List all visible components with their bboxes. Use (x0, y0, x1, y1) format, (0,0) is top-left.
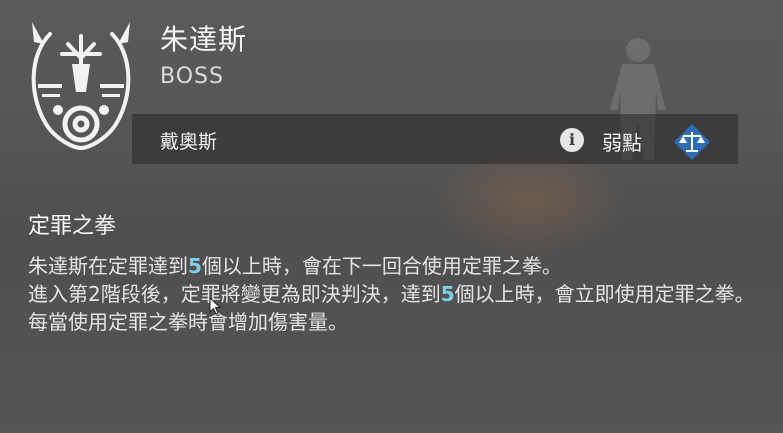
skill-title: 定罪之拳 (28, 214, 117, 239)
description-text: 個以上時，會立即使用定罪之拳。 (454, 282, 755, 306)
highlight-number: 5 (440, 282, 455, 306)
boss-emblem-icon (31, 22, 131, 151)
highlight-number: 5 (188, 254, 202, 278)
skill-description: 朱達斯在定罪達到5個以上時，會在下一回合使用定罪之拳。 進入第2階段後，定罪將變… (28, 252, 768, 336)
info-bar (132, 114, 738, 164)
description-text: 朱達斯在定罪達到 (28, 254, 188, 278)
boss-rank: BOSS (160, 64, 224, 89)
mouse-cursor-icon (209, 297, 221, 315)
description-line: 朱達斯在定罪達到5個以上時，會在下一回合使用定罪之拳。 (28, 252, 768, 280)
scales-icon[interactable] (672, 122, 712, 162)
boss-name: 朱達斯 (160, 23, 248, 56)
description-line: 每當使用定罪之拳時會增加傷害量。 (28, 308, 768, 336)
info-icon[interactable]: i (560, 128, 584, 152)
description-text: 每當使用定罪之拳時會增加傷害量。 (28, 310, 348, 334)
description-text: 個以上時，會在下一回合使用定罪之拳。 (201, 254, 562, 278)
weakness-label: 弱點 (602, 131, 642, 155)
boss-sub-name: 戴奧斯 (160, 131, 218, 153)
description-line: 進入第2階段後，定罪將變更為即決判決，達到5個以上時，會立即使用定罪之拳。 (28, 280, 768, 308)
description-text: 進入第2階段後，定罪將變更為即決判決，達到 (28, 282, 441, 306)
